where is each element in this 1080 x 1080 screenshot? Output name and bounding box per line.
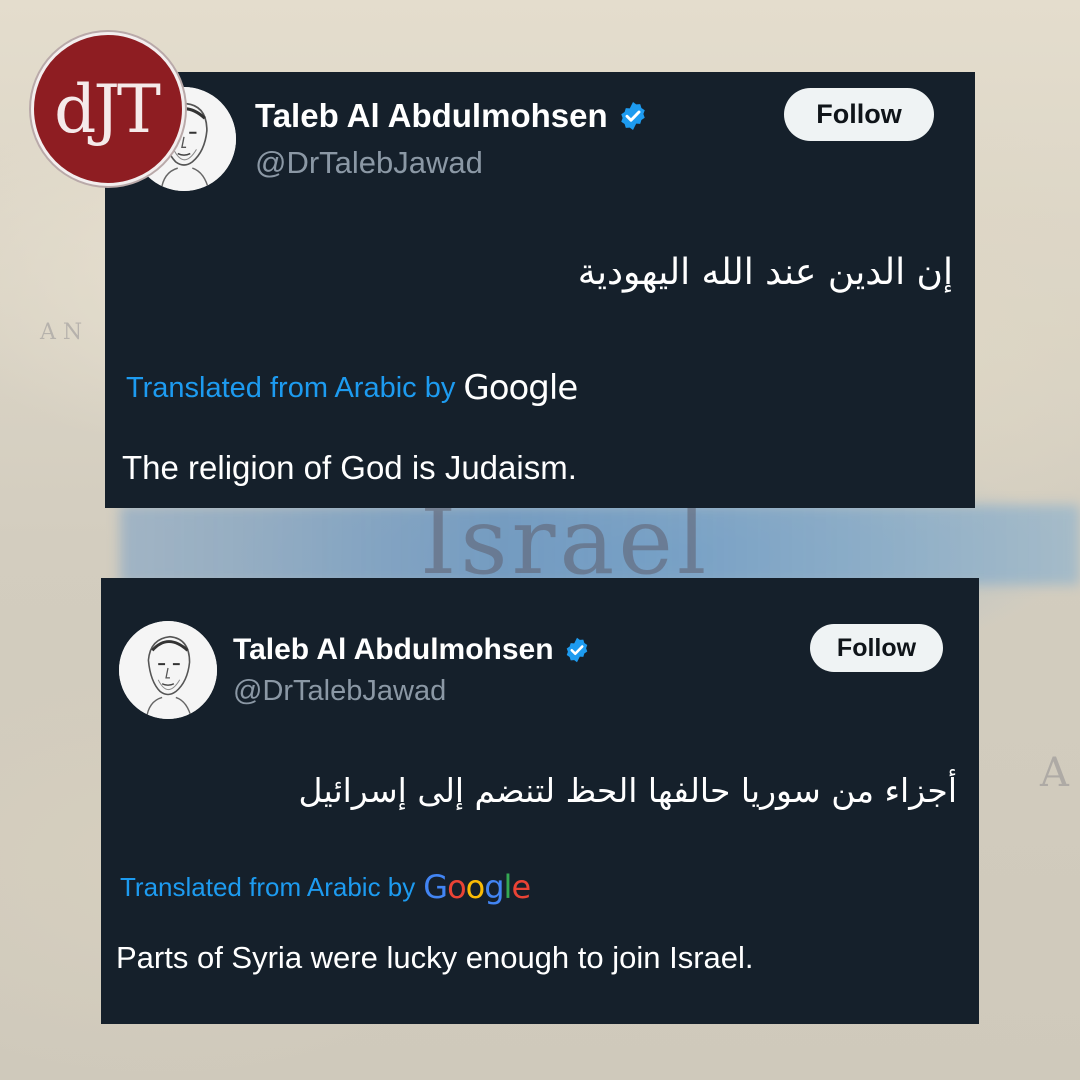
tweet-translation: The religion of God is Judaism. — [122, 449, 577, 486]
user-handle[interactable]: @DrTalebJawad — [255, 145, 483, 181]
tweet-translation: Parts of Syria were lucky enough to join… — [116, 940, 754, 975]
follow-button[interactable]: Follow — [810, 624, 943, 672]
map-decoration: A N — [40, 320, 83, 345]
translated-from-link[interactable]: Translated from Arabic by — [126, 372, 455, 405]
translation-attribution: Translated from Arabic by Google — [126, 368, 578, 408]
tweet-card: Taleb Al Abdulmohsen @DrTalebJawad Follo… — [105, 72, 975, 508]
author-row: Taleb Al Abdulmohsen — [233, 633, 591, 667]
tweet-original-text: أجزاء من سوريا حالفها الحظ لتنضم إلى إسر… — [298, 771, 958, 810]
display-name[interactable]: Taleb Al Abdulmohsen — [255, 97, 608, 135]
display-name[interactable]: Taleb Al Abdulmohsen — [233, 633, 554, 667]
translation-attribution: Translated from Arabic by Google — [120, 868, 531, 906]
avatar[interactable] — [119, 621, 217, 719]
avatar-sketch — [119, 621, 217, 719]
google-logo: Google — [423, 868, 531, 906]
user-handle[interactable]: @DrTalebJawad — [233, 675, 446, 708]
author-row: Taleb Al Abdulmohsen — [255, 97, 649, 135]
verified-badge-icon — [563, 636, 591, 664]
follow-button[interactable]: Follow — [784, 88, 934, 141]
brand-logo: dJT — [31, 32, 185, 186]
tweet-card: Taleb Al Abdulmohsen @DrTalebJawad Follo… — [101, 578, 979, 1024]
verified-badge-icon — [617, 100, 649, 132]
logo-text: dJT — [54, 70, 161, 148]
tweet-original-text: إن الدين عند الله اليهودية — [577, 252, 953, 293]
translated-from-link[interactable]: Translated from Arabic by — [120, 872, 415, 903]
map-decoration: A — [1040, 750, 1069, 796]
google-logo: Google — [463, 368, 578, 408]
